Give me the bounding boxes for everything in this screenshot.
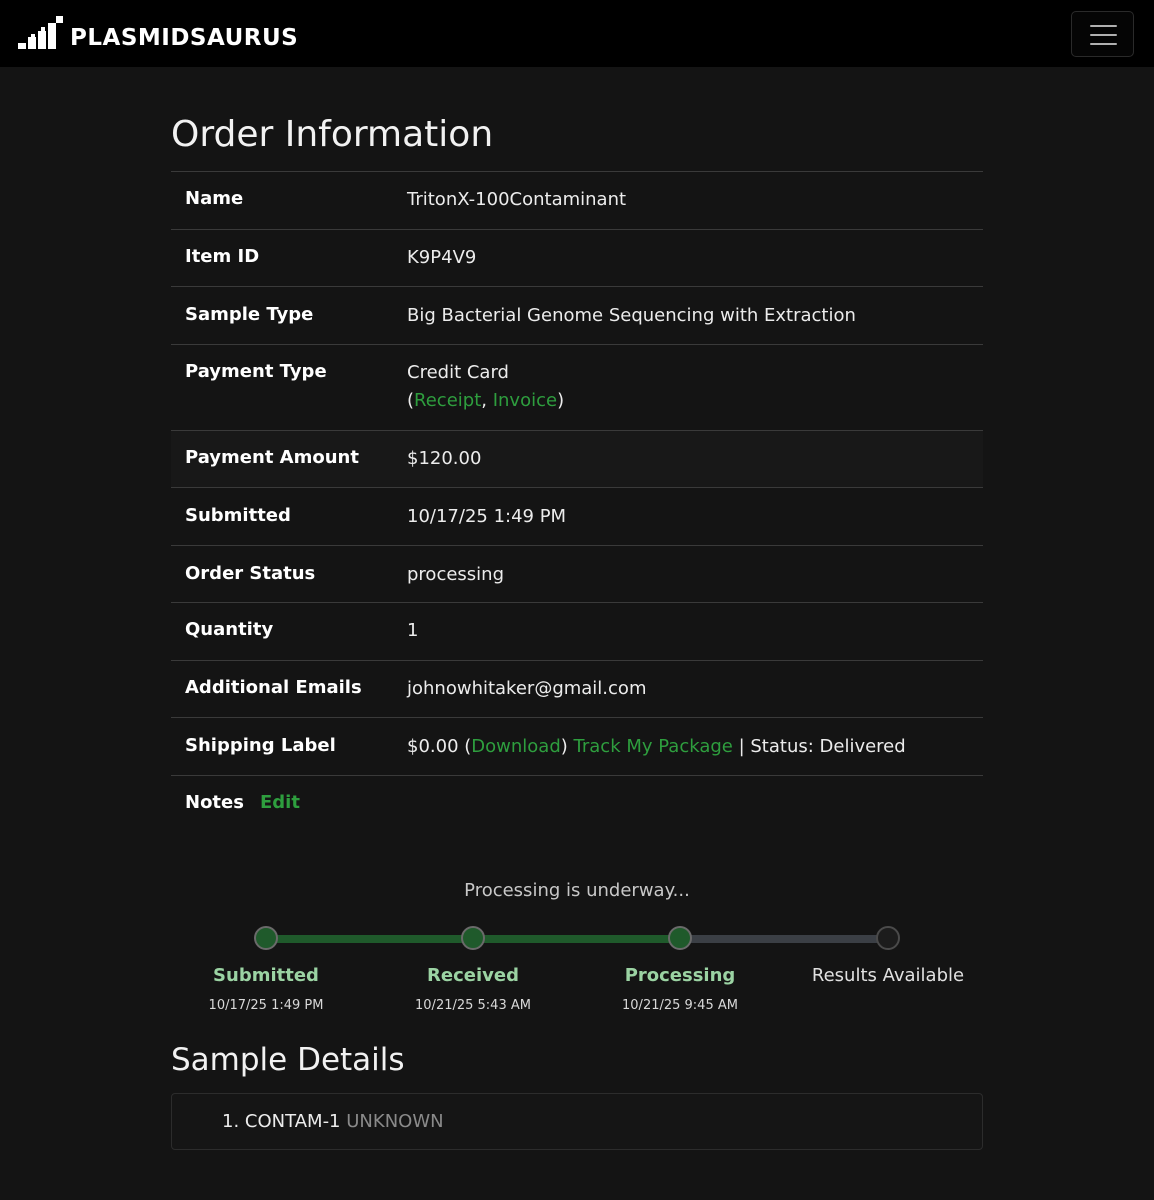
paren-close: ) xyxy=(560,736,574,757)
step-date-received: 10/21/25 5:43 AM xyxy=(415,998,531,1013)
step-date-processing: 10/21/25 9:45 AM xyxy=(622,998,738,1013)
receipt-link[interactable]: Receipt xyxy=(414,390,481,411)
row-label: Payment Type xyxy=(185,361,327,382)
row-value: 10/17/25 1:49 PM xyxy=(407,506,567,527)
payment-links: (Receipt, Invoice) xyxy=(407,387,564,415)
row-sample-type: Sample Type Big Bacterial Genome Sequenc… xyxy=(171,286,983,344)
paren-close: ) xyxy=(557,390,565,411)
row-order-status: Order Status processing xyxy=(171,545,983,602)
hamburger-icon-bar xyxy=(1090,25,1117,27)
shipping-cost: $0.00 xyxy=(407,736,459,757)
notes-label: Notes xyxy=(185,792,244,813)
row-label: Shipping Label xyxy=(185,735,336,756)
row-label: Submitted xyxy=(185,505,291,526)
step-dot-submitted xyxy=(254,926,278,950)
row-value: TritonX-100Contaminant xyxy=(407,189,627,210)
separator: , xyxy=(481,390,493,411)
brand-name: PLASMIDSAURUS xyxy=(70,25,299,51)
hamburger-menu-button[interactable] xyxy=(1071,11,1134,57)
step-label-received: Received xyxy=(427,965,519,986)
sample-name: CONTAM-1 xyxy=(244,1111,341,1132)
sample-list: 1. CONTAM-1 UNKNOWN xyxy=(171,1093,983,1150)
row-label: Payment Amount xyxy=(185,447,359,468)
row-label: Order Status xyxy=(185,563,316,584)
row-label: Item ID xyxy=(185,246,260,267)
row-value: johnowhitaker@gmail.com xyxy=(407,678,647,699)
shipping-status: | Status: Delivered xyxy=(732,736,906,757)
row-label: Notes Edit xyxy=(185,792,300,813)
logo-stairs-icon xyxy=(18,16,63,49)
download-label-link[interactable]: Download xyxy=(471,736,560,757)
row-item-id: Item ID K9P4V9 xyxy=(171,229,983,286)
sample-status: UNKNOWN xyxy=(346,1111,444,1132)
invoice-link[interactable]: Invoice xyxy=(493,390,557,411)
row-value: Big Bacterial Genome Sequencing with Ext… xyxy=(407,305,856,326)
row-label: Sample Type xyxy=(185,304,314,325)
row-payment-type: Payment Type Credit Card (Receipt, Invoi… xyxy=(171,344,983,430)
row-value: $120.00 xyxy=(407,448,482,469)
step-label-submitted: Submitted xyxy=(213,965,319,986)
row-value: K9P4V9 xyxy=(407,247,477,268)
hamburger-icon-bar xyxy=(1090,34,1117,36)
step-date-submitted: 10/17/25 1:49 PM xyxy=(208,998,324,1013)
step-label-results: Results Available xyxy=(811,965,965,986)
list-item: 1. CONTAM-1 UNKNOWN xyxy=(222,1111,444,1132)
edit-notes-link[interactable]: Edit xyxy=(260,792,300,813)
row-value: Credit Card xyxy=(407,362,509,383)
row-label: Additional Emails xyxy=(185,677,362,698)
brand-logo[interactable]: PLASMIDSAURUS xyxy=(18,15,298,51)
page-title: Order Information xyxy=(171,114,494,155)
paren-open: ( xyxy=(407,390,415,411)
row-quantity: Quantity 1 xyxy=(171,602,983,660)
hamburger-icon-bar xyxy=(1090,43,1117,45)
row-label: Quantity xyxy=(185,619,274,640)
sample-details-title: Sample Details xyxy=(171,1042,405,1078)
top-navbar: PLASMIDSAURUS xyxy=(0,0,1154,67)
progress-track-todo xyxy=(680,935,888,943)
progress-title: Processing is underway... xyxy=(464,880,690,901)
shipping-value: $0.00 (Download) Track My Package | Stat… xyxy=(407,733,906,761)
step-dot-received xyxy=(461,926,485,950)
row-value: 1 xyxy=(407,620,419,641)
row-shipping-label: Shipping Label $0.00 (Download) Track My… xyxy=(171,717,983,775)
step-dot-results xyxy=(876,926,900,950)
step-dot-processing xyxy=(668,926,692,950)
step-label-processing: Processing xyxy=(624,965,736,986)
row-notes: Notes Edit xyxy=(171,775,983,833)
row-additional-emails: Additional Emails johnowhitaker@gmail.co… xyxy=(171,660,983,717)
row-name: Name TritonX-100Contaminant xyxy=(171,171,983,229)
track-package-link[interactable]: Track My Package xyxy=(574,736,733,757)
row-submitted: Submitted 10/17/25 1:49 PM xyxy=(171,487,983,545)
row-payment-amount: Payment Amount $120.00 xyxy=(171,430,983,487)
row-label: Name xyxy=(185,188,244,209)
paren-open: ( xyxy=(458,736,472,757)
sample-number: 1. xyxy=(222,1111,240,1132)
row-value: processing xyxy=(407,564,505,585)
